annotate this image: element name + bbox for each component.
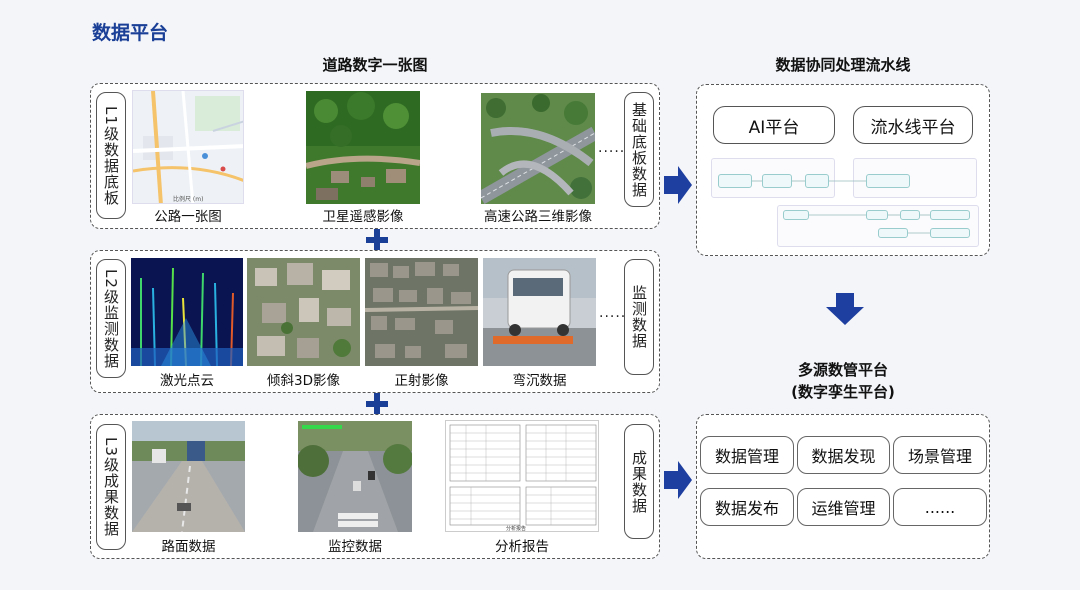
deflection-caption: 弯沉数据	[512, 373, 567, 389]
orthophoto-image	[365, 258, 478, 366]
orthophoto-caption: 正射影像	[394, 373, 449, 389]
l3-right-label: 成果数据	[624, 424, 654, 539]
satellite-image	[306, 91, 420, 204]
platform-subtitle: (数字孪生平台)	[791, 383, 895, 401]
l2-label: L2级监测数据	[96, 259, 126, 378]
scene-management-button[interactable]: 场景管理	[893, 436, 987, 474]
platform-title-main: 多源数管平台	[797, 361, 888, 379]
arrow-right-icon	[664, 461, 692, 499]
surveillance-caption: 监控数据	[328, 539, 382, 555]
platform-title: 多源数管平台 (数字孪生平台)	[696, 359, 990, 403]
point-cloud-image	[131, 258, 243, 366]
data-publish-button[interactable]: 数据发布	[700, 488, 794, 526]
ops-management-button[interactable]: 运维管理	[797, 488, 890, 526]
l2-right-label: 监测数据	[624, 259, 654, 375]
satellite-caption: 卫星遥感影像	[322, 209, 404, 225]
road-surface-caption: 路面数据	[161, 539, 216, 555]
deflection-vehicle-image	[483, 258, 596, 366]
oblique-3d-caption: 倾斜3D影像	[267, 373, 340, 389]
oblique-3d-image	[247, 258, 360, 366]
plus-icon	[366, 229, 388, 251]
plus-icon	[366, 393, 388, 415]
surveillance-image	[298, 421, 412, 532]
data-management-button[interactable]: 数据管理	[700, 436, 794, 474]
page-title: 数据平台	[92, 22, 169, 44]
point-cloud-caption: 激光点云	[160, 373, 214, 389]
arrow-down-icon	[826, 293, 864, 325]
l3-label: L3级成果数据	[96, 424, 126, 550]
highway-3d-caption: 高速公路三维影像	[484, 209, 592, 225]
pipeline-platform-button[interactable]: 流水线平台	[853, 106, 973, 144]
road-map-title: 道路数字一张图	[322, 56, 428, 74]
road-surface-image	[132, 421, 245, 532]
report-caption: 分析报告	[495, 539, 549, 555]
ai-platform-button[interactable]: AI平台	[713, 106, 835, 144]
road-map-image: 比例尺 (m)	[132, 90, 244, 204]
arrow-right-icon	[664, 166, 692, 204]
pipeline-connectors	[752, 180, 930, 234]
pipeline-title: 数据协同处理流水线	[775, 56, 911, 74]
report-document-image: 分析报告	[445, 420, 599, 532]
l1-label: L1级数据底板	[96, 92, 126, 219]
data-discovery-button[interactable]: 数据发现	[797, 436, 890, 474]
road-map-caption: 公路一张图	[154, 209, 222, 225]
l1-right-label: 基础底板数据	[624, 92, 654, 207]
highway-3d-image	[481, 93, 595, 204]
more-items-button[interactable]: ......	[893, 488, 987, 526]
